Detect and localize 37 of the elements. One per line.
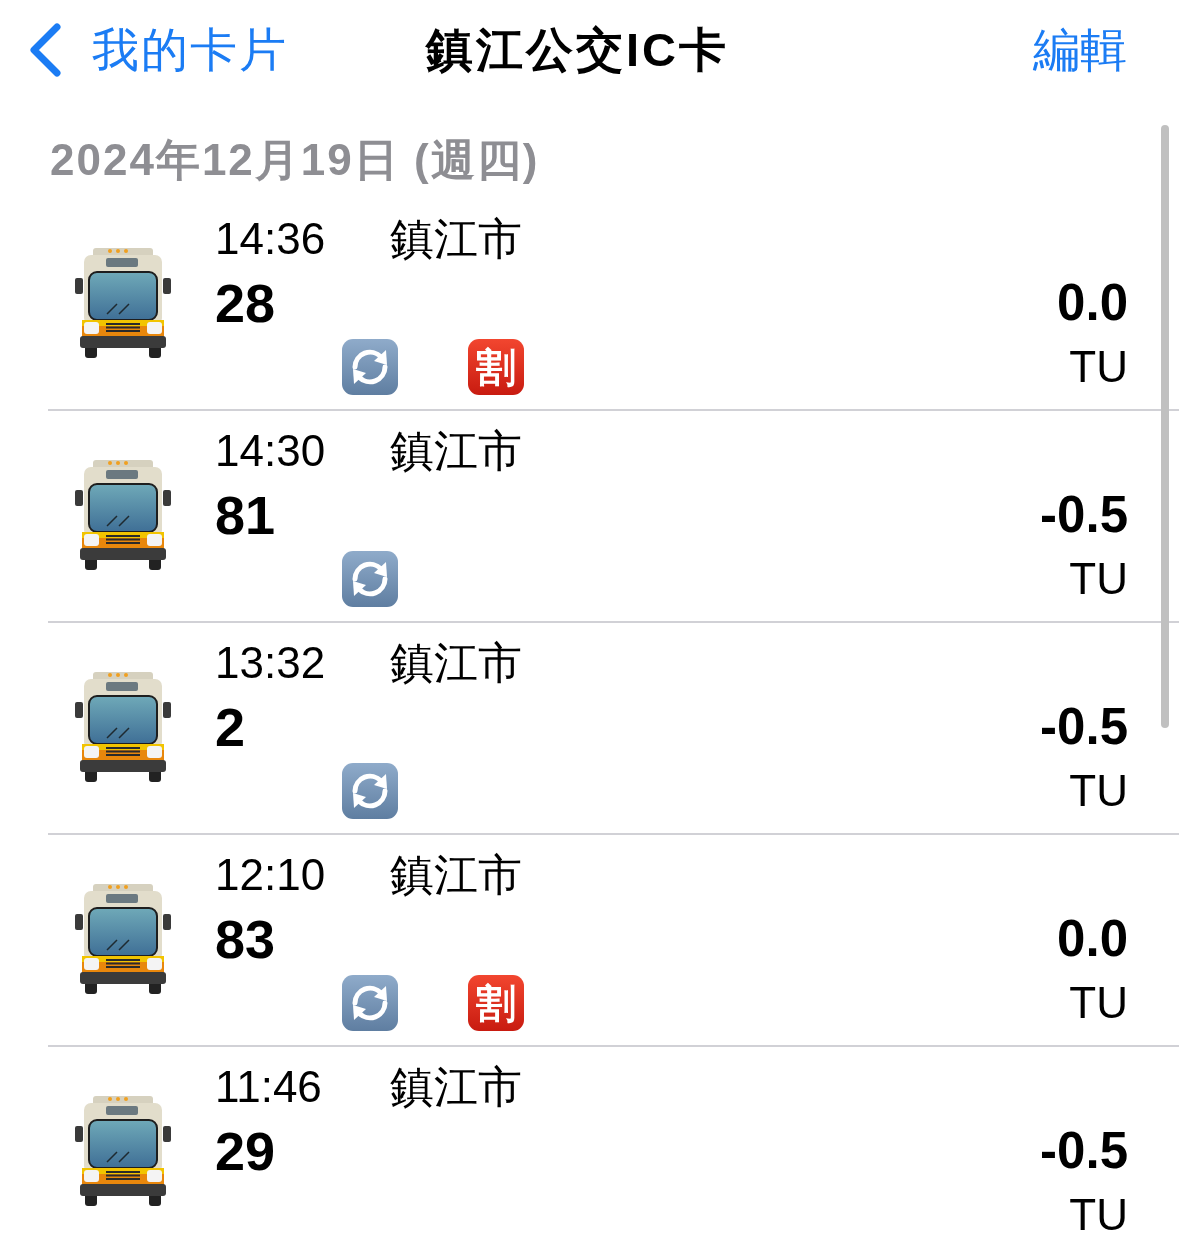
fare-amount: -0.5: [1040, 697, 1128, 757]
route-number: 28: [215, 273, 276, 333]
transaction-city: 鎮江市: [390, 637, 522, 689]
back-chevron-icon: [28, 23, 62, 77]
transaction-city: 鎮江市: [390, 425, 522, 477]
transaction-time: 14:30: [215, 425, 327, 477]
fare-amount: 0.0: [1057, 909, 1128, 969]
route-number: 81: [215, 485, 276, 545]
discount-badge: 割: [468, 339, 524, 395]
bus-icon: [73, 248, 173, 358]
transaction-time: 13:32: [215, 637, 327, 689]
transaction-time: 14:36: [215, 213, 327, 265]
transaction-city: 鎮江市: [390, 213, 522, 265]
route-number: 83: [215, 909, 276, 969]
edit-button[interactable]: 編輯: [1033, 22, 1127, 78]
date-heading: 2024年12月19日 (週四): [50, 135, 540, 184]
route-number: 29: [215, 1121, 276, 1181]
currency-unit: TU: [1069, 977, 1128, 1029]
page-title: 鎮江公交IC卡: [426, 22, 729, 78]
transaction-city: 鎮江市: [390, 1061, 522, 1113]
bus-icon: [73, 460, 173, 570]
bus-icon: [73, 672, 173, 782]
fare-amount: 0.0: [1057, 273, 1128, 333]
transaction-time: 11:46: [215, 1061, 323, 1113]
discount-badge: 割: [468, 975, 524, 1031]
currency-unit: TU: [1069, 553, 1128, 605]
bus-icon: [73, 884, 173, 994]
currency-unit: TU: [1069, 765, 1128, 817]
bus-icon: [73, 1096, 173, 1206]
back-button[interactable]: 我的卡片: [28, 22, 288, 78]
fare-amount: -0.5: [1040, 1121, 1128, 1181]
currency-unit: TU: [1069, 341, 1128, 393]
transaction-time: 12:10: [215, 849, 327, 901]
route-number: 2: [215, 697, 246, 757]
transaction-city: 鎮江市: [390, 849, 522, 901]
currency-unit: TU: [1069, 1189, 1128, 1241]
fare-amount: -0.5: [1040, 485, 1128, 545]
